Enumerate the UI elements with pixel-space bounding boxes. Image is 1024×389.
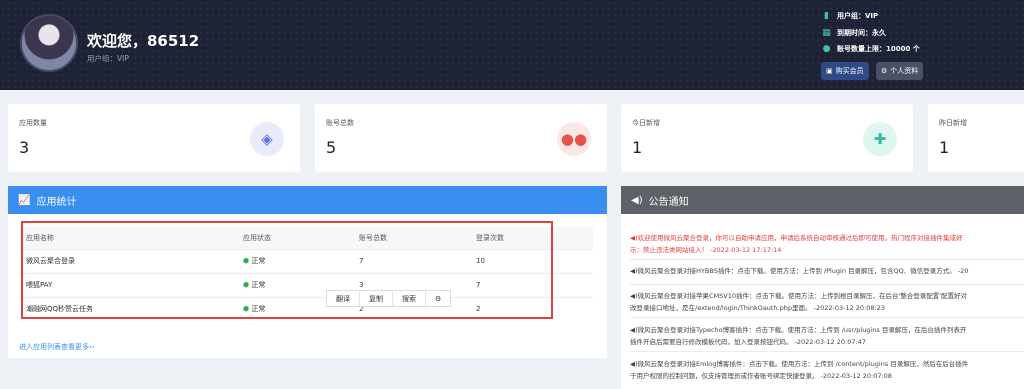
profile-button[interactable]: ⚙ 个人资料 bbox=[876, 62, 924, 80]
notice-item[interactable]: ◀)欢迎使用微风云聚合登录，你可以自助申请应用，申请后系统自动审核通过后即可使用… bbox=[630, 232, 1024, 256]
highlight-box bbox=[21, 221, 553, 319]
notice-item[interactable]: ◀)微风云聚合登录对接HYBBS插件：点击下载。使用方法：上传到 /Plugin… bbox=[630, 265, 1024, 277]
app-stats-title: 应用统计 bbox=[36, 196, 77, 208]
notice-item[interactable]: ◀)微风云聚合登录对接Typecho博客插件：点击下载。使用方法：上传到 /us… bbox=[630, 324, 1024, 348]
info-user-group: ▮ 用户组：VIP bbox=[822, 11, 878, 21]
calendar-plus-icon: ✚ bbox=[863, 122, 897, 156]
gear-icon: ⚙ bbox=[881, 67, 888, 75]
cart-icon: ▣ bbox=[826, 67, 833, 75]
stat-card-apps: 应用数量 3 ◈ bbox=[8, 104, 300, 172]
copy-menu-item[interactable]: 复制 bbox=[360, 291, 393, 306]
speaker-icon: ◀) bbox=[631, 194, 643, 206]
notice-header: ◀) 公告通知 bbox=[621, 186, 1024, 214]
divider bbox=[630, 351, 1024, 352]
settings-menu-icon[interactable]: ⚙ bbox=[426, 291, 450, 306]
notice-item[interactable]: ◀)微风云聚合登录对接苹果CMSV10插件：点击下载。使用方法：上传到根目录解压… bbox=[630, 290, 1024, 314]
stat-card-yesterday: 昨日新增 1 bbox=[928, 104, 1024, 172]
search-menu-item[interactable]: 搜索 bbox=[393, 291, 426, 306]
stat-card-today: 今日新增 1 ✚ bbox=[621, 104, 913, 172]
translate-menu-item[interactable]: 翻译 bbox=[327, 291, 360, 306]
divider bbox=[630, 317, 1024, 318]
app-stats-header: 📈 应用统计 bbox=[8, 186, 607, 214]
info-account-limit: ● 账号数量上限：10000 个 bbox=[822, 43, 920, 54]
notice-title: 公告通知 bbox=[648, 196, 689, 208]
divider bbox=[630, 259, 1024, 260]
apps-icon: ◈ bbox=[250, 122, 284, 156]
context-menu: 翻译 复制 搜索 ⚙ bbox=[326, 290, 452, 307]
welcome-title: 欢迎您，86512 bbox=[87, 32, 200, 50]
avatar bbox=[20, 14, 78, 72]
info-expire: ▦ 到期时间：永久 bbox=[822, 27, 886, 38]
divider bbox=[630, 284, 1024, 285]
buy-vip-button[interactable]: ▣ 购买会员 bbox=[821, 62, 869, 80]
notice-item[interactable]: ◀)微风云聚合登录对接Emlog博客插件：点击下载。使用方法：上传到 /cont… bbox=[630, 358, 1024, 382]
more-apps-link[interactable]: 进入应用列表查看更多›› bbox=[19, 342, 95, 352]
calendar-icon: ▦ bbox=[822, 27, 831, 38]
users-icon: ●● bbox=[557, 122, 591, 156]
account-limit-icon: ● bbox=[822, 43, 831, 54]
stat-card-accounts: 账号总数 5 ●● bbox=[315, 104, 607, 172]
user-group-label: 用户组：VIP bbox=[87, 54, 129, 63]
chart-icon: 📈 bbox=[18, 194, 31, 206]
user-group-icon: ▮ bbox=[824, 10, 829, 21]
